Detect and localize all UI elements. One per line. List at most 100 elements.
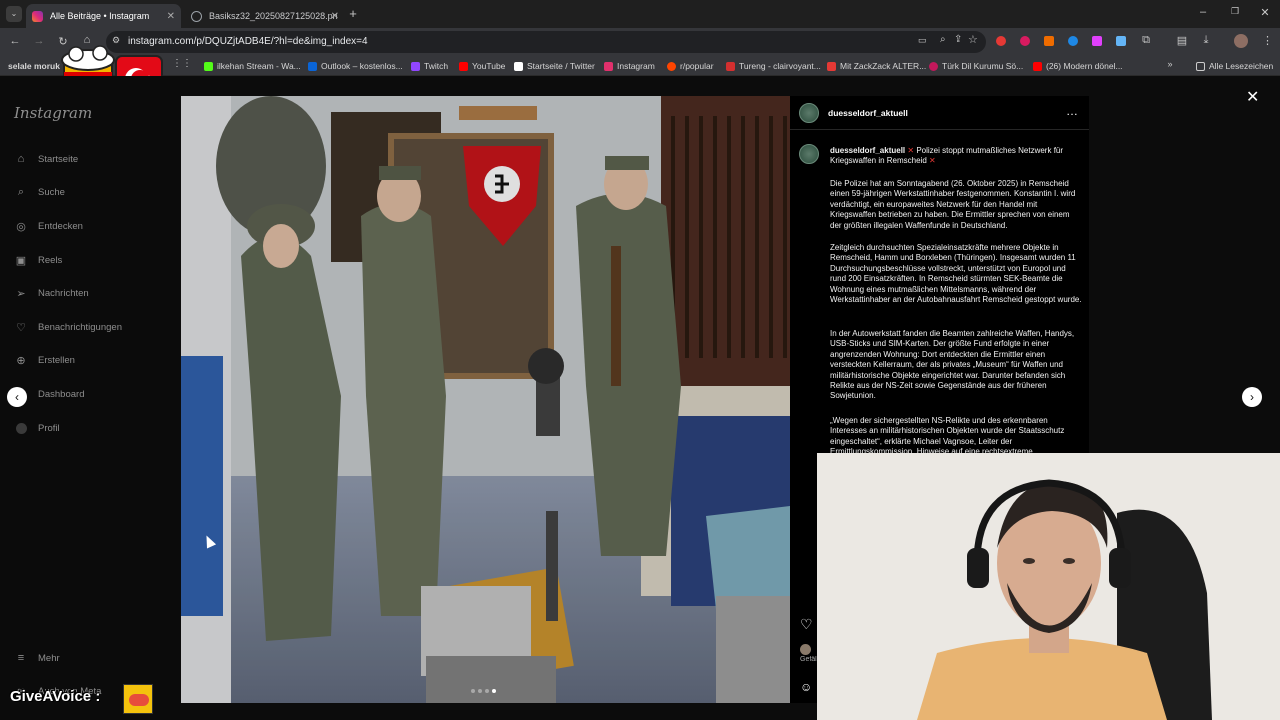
bookmark-item[interactable]: ilkehan Stream - Wa... [204, 59, 301, 73]
sidebar-item-erstellen[interactable]: ⊕ Erstellen [14, 353, 75, 367]
bookmark-item[interactable]: Twitch [411, 59, 448, 73]
bookmark-item[interactable]: Türk Dil Kurumu Sö... [929, 59, 1023, 73]
sidebar-item-suche[interactable]: ⌕ Suche [14, 185, 65, 199]
heart-icon: ♡ [16, 321, 26, 334]
extension-icon[interactable] [1044, 36, 1054, 46]
tureng-icon [726, 61, 735, 71]
chevron-right-icon: › [1250, 390, 1254, 404]
sidebar-item-nachrichten[interactable]: ➢ Nachrichten [14, 286, 89, 300]
window-close-icon[interactable]: ✕ [1258, 6, 1272, 19]
compass-icon: ◎ [16, 220, 26, 233]
twitch-icon [411, 61, 420, 71]
bookmark-label: Outlook – kostenlos... [321, 61, 403, 71]
forward-icon[interactable]: → [32, 35, 46, 47]
extension-icon[interactable] [996, 36, 1006, 46]
bookmark-item[interactable]: r/popular [667, 59, 714, 73]
emoji-icon[interactable]: ☺ [800, 680, 812, 694]
tab-search-button[interactable]: ⌄ [6, 6, 22, 22]
instagram-icon [604, 61, 613, 71]
apps-grid-icon[interactable]: ⋮⋮ [172, 58, 192, 69]
tab-close-icon[interactable]: ✕ [167, 11, 175, 22]
browser-tab-bar: ⌄ Alle Beiträge • Instagram ✕ Basiksz32_… [0, 0, 1280, 28]
outlook-icon [308, 61, 317, 71]
sidepanel-icon[interactable]: ▤ [1176, 34, 1188, 47]
browser-toolbar: ← → ↻ ⌂ ⚙ instagram.com/p/DQUZjtADB4E/?h… [0, 28, 1280, 56]
new-tab-plus-icon[interactable]: + [346, 6, 360, 21]
tab-close-icon[interactable]: ✕ [331, 11, 339, 22]
sidebar-item-label: Reels [38, 254, 63, 266]
address-bar[interactable]: ⚙ instagram.com/p/DQUZjtADB4E/?hl=de&img… [106, 31, 986, 53]
bookmark-item[interactable]: (26) Modern dönel... [1033, 59, 1123, 73]
bookmark-label: Mit ZackZack ALTER... [840, 61, 927, 71]
maximize-icon[interactable]: ❐ [1228, 6, 1242, 17]
search-icon: ⌕ [17, 185, 25, 198]
post-photo-illustration [181, 96, 790, 703]
extension-icon[interactable] [1068, 36, 1078, 46]
bookmark-item[interactable]: Instagram [604, 59, 655, 73]
extension-icon[interactable] [1020, 36, 1030, 46]
bookmark-item[interactable]: selale moruk [8, 59, 60, 73]
bookmark-item[interactable]: Tureng - clairvoyant... [726, 59, 821, 73]
profile-icon [14, 421, 28, 435]
close-modal-icon[interactable]: ✕ [1246, 87, 1259, 107]
instagram-logo[interactable]: Instagram [14, 104, 92, 122]
post-image[interactable] [181, 96, 790, 703]
webcam-person-illustration [817, 453, 1280, 720]
sidebar-item-label: Profil [38, 422, 60, 434]
bookmark-item[interactable]: YouTube [459, 59, 505, 73]
tab-image[interactable]: Basiksz32_20250827125028.pn ✕ [185, 4, 345, 28]
avatar[interactable] [799, 103, 819, 123]
caption-username[interactable]: duesseldorf_aktuell [830, 146, 905, 155]
puzzle-icon[interactable]: ⧉ [1140, 34, 1152, 47]
sidebar-item-mehr[interactable]: ≡ Mehr [14, 651, 60, 665]
reels-icon: ▣ [15, 254, 27, 267]
next-post-button[interactable]: › [1242, 387, 1262, 407]
downloads-icon[interactable]: ⤓ [1200, 34, 1212, 47]
prev-post-button[interactable]: ‹ [7, 387, 27, 407]
extension-icon[interactable] [1092, 36, 1102, 46]
bookmark-label: r/popular [680, 61, 714, 71]
zoom-icon[interactable]: ⌕ [940, 34, 946, 45]
profile-avatar[interactable] [1234, 34, 1248, 48]
sidebar-item-label: Dashboard [38, 388, 85, 400]
tab-title: Alle Beiträge • Instagram [50, 11, 150, 21]
send-icon: ➢ [16, 287, 26, 300]
heart-icon[interactable]: ♡ [800, 616, 813, 633]
bookmark-item[interactable]: Startseite / Twitter [514, 59, 595, 73]
back-icon[interactable]: ← [8, 35, 22, 47]
cross-mark-icon: ✕ [907, 146, 915, 155]
bookmark-item[interactable]: Mit ZackZack ALTER... [827, 59, 926, 73]
folder-icon [1196, 61, 1205, 71]
sidebar-item-benachrichtigungen[interactable]: ♡ Benachrichtigungen [14, 320, 122, 334]
bookmark-star-icon[interactable]: ☆ [968, 33, 978, 46]
sidebar-item-entdecken[interactable]: ◎ Entdecken [14, 219, 83, 233]
kick-icon [204, 61, 213, 71]
post-author-username[interactable]: duesseldorf_aktuell [828, 108, 908, 118]
caption-title: duesseldorf_aktuell ✕ Polizei stoppt mut… [830, 146, 1082, 167]
tdk-icon [929, 61, 938, 71]
menu-kebab-icon[interactable]: ⋮ [1262, 34, 1273, 47]
avatar[interactable] [799, 144, 819, 164]
cross-mark-icon: ✕ [929, 156, 936, 166]
sidebar-item-label: Nachrichten [38, 287, 89, 299]
sidebar-item-reels[interactable]: ▣ Reels [14, 253, 63, 267]
chevron-left-icon: ‹ [15, 390, 19, 404]
bookmark-label: ilkehan Stream - Wa... [217, 61, 301, 71]
webcam-overlay [817, 453, 1280, 720]
share-icon[interactable]: ⇪ [954, 34, 962, 45]
zackzack-icon [827, 61, 836, 71]
more-bookmarks-icon[interactable]: » [1164, 59, 1176, 69]
extension-icon[interactable] [1116, 36, 1126, 46]
more-options-icon[interactable]: … [1066, 104, 1078, 118]
bookmark-item[interactable]: Outlook – kostenlos... [308, 59, 403, 73]
give-a-voice-badge [123, 684, 153, 714]
install-icon[interactable]: ▭ [918, 35, 927, 46]
globe-icon [191, 10, 202, 22]
sidebar-item-startseite[interactable]: ⌂ Startseite [14, 152, 78, 166]
minimize-icon[interactable]: – [1196, 6, 1210, 18]
tab-instagram[interactable]: Alle Beiträge • Instagram ✕ [26, 4, 181, 28]
sidebar-item-profil[interactable]: Profil [14, 421, 60, 435]
sidebar-item-label: Entdecken [38, 220, 83, 232]
plus-icon: ⊕ [16, 354, 26, 367]
all-bookmarks-folder[interactable]: Alle Lesezeichen [1196, 59, 1273, 73]
